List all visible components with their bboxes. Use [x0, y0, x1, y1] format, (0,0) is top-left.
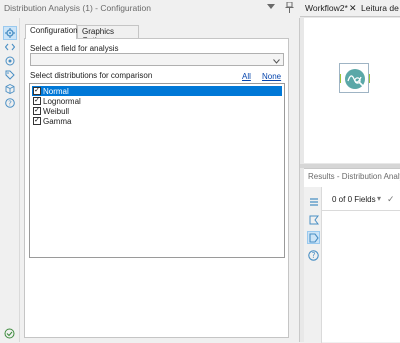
distribution-label: Lognormal — [43, 96, 81, 106]
chevron-down-icon — [273, 56, 280, 66]
svg-text:?: ? — [8, 100, 12, 108]
window-menu-button[interactable] — [265, 2, 277, 15]
table-icon[interactable] — [307, 195, 320, 208]
messages-icon[interactable] — [307, 213, 320, 226]
select-none-link[interactable]: None — [262, 72, 281, 81]
tag-view-icon[interactable] — [307, 231, 320, 244]
distribution-list: ✓ Normal ✓ Lognormal ✓ Weibull ✓ Gamma — [29, 83, 285, 258]
cube-icon[interactable] — [3, 82, 17, 96]
distribution-checkbox[interactable]: ✓ — [33, 117, 41, 125]
workflow-tab-row: Workflow2* ✕ Leitura de F — [300, 0, 400, 17]
distribution-analysis-tool-icon — [336, 69, 374, 89]
field-select-label: Select a field for analysis — [30, 44, 119, 53]
target-icon[interactable] — [3, 54, 17, 68]
tab-workflow2[interactable]: Workflow2* — [305, 3, 348, 13]
select-all-link[interactable]: All — [242, 72, 251, 81]
gear-icon[interactable] — [3, 26, 17, 40]
distribution-checkbox[interactable]: ✓ — [33, 97, 41, 105]
code-icon[interactable] — [3, 40, 17, 54]
tag-icon[interactable] — [3, 68, 17, 82]
distribution-analysis-tool[interactable] — [336, 63, 374, 93]
svg-text:?: ? — [312, 251, 316, 260]
checkmark-icon[interactable]: ✓ — [387, 194, 395, 205]
help-icon[interactable]: ? — [3, 96, 17, 110]
distribution-label: Weibull — [43, 106, 70, 116]
results-title: Results - Distribution Analysis — [308, 172, 400, 181]
tab-configuration[interactable]: Configuration — [25, 24, 78, 39]
field-select-dropdown[interactable] — [30, 53, 284, 66]
results-divider — [322, 210, 400, 211]
title-controls — [265, 1, 295, 15]
tab-graphics-options[interactable]: Graphics Options — [77, 25, 139, 45]
close-icon[interactable]: ✕ — [349, 3, 357, 14]
distribution-item[interactable]: ✓ Lognormal — [32, 96, 282, 106]
results-icon-rail: ? — [304, 187, 322, 343]
distribution-checkbox[interactable]: ✓ — [33, 87, 41, 95]
distribution-item[interactable]: ✓ Weibull — [32, 106, 282, 116]
tab-leitura[interactable]: Leitura de F — [361, 3, 400, 13]
distributions-label: Select distributions for comparison — [30, 71, 153, 80]
distribution-checkbox[interactable]: ✓ — [33, 107, 41, 115]
config-window-title: Distribution Analysis (1) - Configuratio… — [4, 3, 151, 13]
results-window: Results - Distribution Analysis ? 0 of 0… — [304, 168, 400, 343]
configuration-window: Distribution Analysis (1) - Configuratio… — [0, 0, 300, 342]
workflow-area: Workflow2* ✕ Leitura de F Results - Dist… — [300, 0, 400, 343]
help-icon[interactable]: ? — [307, 249, 320, 262]
check-circle-icon — [4, 328, 15, 341]
pin-icon — [285, 1, 293, 13]
fields-count: 0 of 0 Fields — [332, 195, 376, 204]
config-title-bar: Distribution Analysis (1) - Configuratio… — [0, 0, 300, 18]
distribution-item[interactable]: ✓ Gamma — [32, 116, 282, 126]
workflow-canvas[interactable] — [304, 18, 400, 163]
distribution-label: Gamma — [43, 116, 72, 126]
distribution-label: Normal — [43, 86, 69, 96]
distribution-item[interactable]: ✓ Normal — [32, 86, 282, 96]
chevron-down-icon[interactable]: ▾ — [377, 194, 381, 203]
config-icon-rail: ? — [0, 18, 20, 342]
pin-button[interactable] — [283, 1, 295, 15]
